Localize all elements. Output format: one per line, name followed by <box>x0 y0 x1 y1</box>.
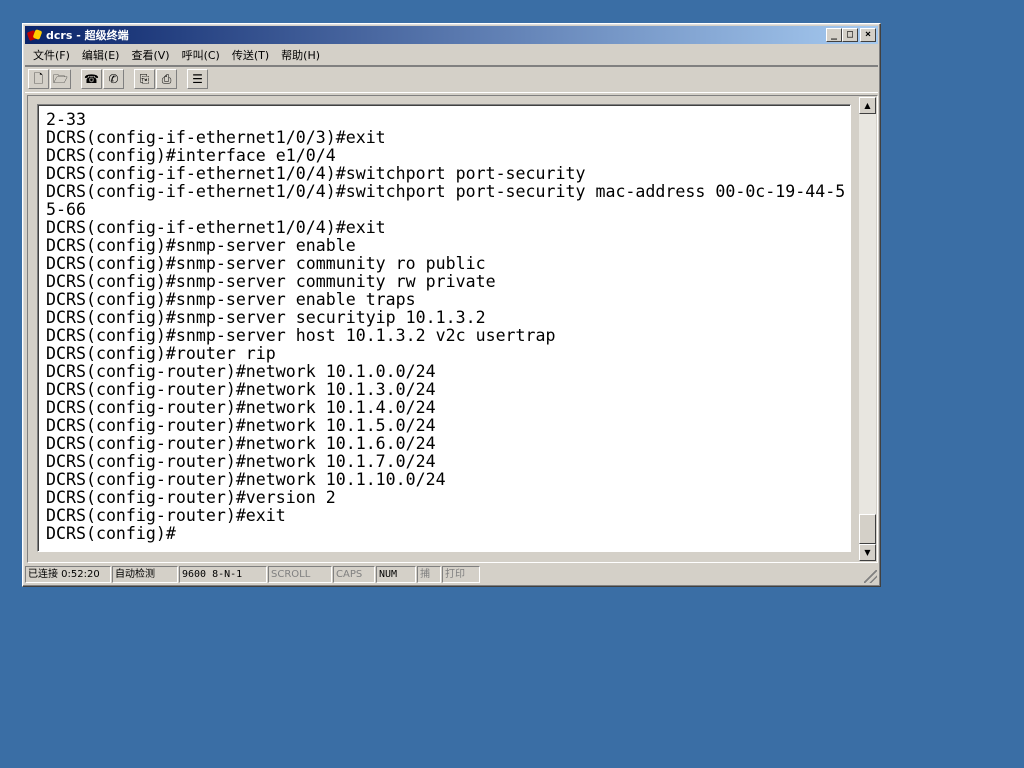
terminal-line: DCRS(config)#snmp-server community rw pr… <box>46 272 496 291</box>
receive-icon[interactable]: ⎙ <box>156 69 177 89</box>
disconnect-icon[interactable]: ☎ <box>81 69 102 89</box>
terminal-line: DCRS(config)#snmp-server community ro pu… <box>46 254 486 273</box>
properties-icon[interactable]: ☰ <box>187 69 208 89</box>
status-bar: 已连接 0:52:20 自动检测 9600 8-N-1 SCROLL CAPS … <box>25 565 878 584</box>
hyperterminal-icon[interactable] <box>26 27 43 43</box>
terminal-line: DCRS(config-router)#network 10.1.5.0/24 <box>46 416 436 435</box>
status-capture: 捕 <box>417 566 441 583</box>
menu-call[interactable]: 呼叫(C) <box>176 47 226 63</box>
terminal-line: DCRS(config)#router rip <box>46 344 276 363</box>
terminal-line: DCRS(config-router)#network 10.1.4.0/24 <box>46 398 436 417</box>
hyperterminal-window: dcrs - 超级终端 _ □ × 文件(F) 编辑(E) 查看(V) 呼叫(C… <box>22 23 881 587</box>
maximize-button[interactable]: □ <box>842 28 858 42</box>
scroll-down-button[interactable]: ▼ <box>859 544 876 561</box>
send-icon[interactable]: ⎘ <box>134 69 155 89</box>
terminal-line: DCRS(config)#snmp-server enable <box>46 236 356 255</box>
terminal-line: DCRS(config-router)#network 10.1.6.0/24 <box>46 434 436 453</box>
menu-view[interactable]: 查看(V) <box>125 47 175 63</box>
terminal-line: DCRS(config-if-ethernet1/0/4)#switchport… <box>46 164 586 183</box>
menu-edit[interactable]: 编辑(E) <box>76 47 126 63</box>
terminal-line: DCRS(config-router)#network 10.1.7.0/24 <box>46 452 436 471</box>
status-connected: 已连接 0:52:20 <box>25 566 111 583</box>
new-icon[interactable]: 🗋 <box>28 69 49 89</box>
terminal-line: 5-66 <box>46 200 86 219</box>
scroll-up-button[interactable]: ▲ <box>859 97 876 114</box>
terminal-line: DCRS(config-router)#exit <box>46 506 286 525</box>
terminal-line: DCRS(config-router)#network 10.1.10.0/24 <box>46 470 446 489</box>
terminal-line: DCRS(config)#snmp-server enable traps <box>46 290 416 309</box>
terminal-line: DCRS(config)#snmp-server host 10.1.3.2 v… <box>46 326 556 345</box>
status-scroll: SCROLL <box>268 566 332 583</box>
terminal-line: DCRS(config-router)#network 10.1.0.0/24 <box>46 362 436 381</box>
status-print: 打印 <box>442 566 480 583</box>
terminal-line: DCRS(config)#snmp-server securityip 10.1… <box>46 308 486 327</box>
terminal-line: DCRS(config-if-ethernet1/0/4)#exit <box>46 218 386 237</box>
terminal-line: DCRS(config-if-ethernet1/0/4)#switchport… <box>46 182 846 201</box>
status-num: NUM <box>376 566 416 583</box>
terminal-line: DCRS(config)#interface e1/0/4 <box>46 146 336 165</box>
window-title: dcrs - 超级终端 <box>46 29 129 42</box>
toolbar: 🗋 🗁 ☎ ✆ ⎘ ⎙ ☰ <box>25 65 878 93</box>
terminal-area[interactable]: 2-33 DCRS(config-if-ethernet1/0/3)#exit DC… <box>27 95 878 563</box>
resize-grip[interactable] <box>864 570 877 583</box>
minimize-button[interactable]: _ <box>826 28 842 42</box>
status-caps: CAPS <box>333 566 375 583</box>
menu-transfer[interactable]: 传送(T) <box>226 47 275 63</box>
vertical-scrollbar[interactable]: ▲ ▼ <box>859 97 876 561</box>
open-icon[interactable]: 🗁 <box>50 69 71 89</box>
status-baud: 9600 8-N-1 <box>179 566 267 583</box>
menu-bar: 文件(F) 编辑(E) 查看(V) 呼叫(C) 传送(T) 帮助(H) <box>27 45 326 64</box>
terminal-line: DCRS(config-if-ethernet1/0/3)#exit <box>46 128 386 147</box>
terminal-line: DCRS(config)# <box>46 524 176 543</box>
title-bar[interactable]: dcrs - 超级终端 _ □ × <box>25 26 878 44</box>
menu-help[interactable]: 帮助(H) <box>275 47 326 63</box>
status-detect: 自动检测 <box>112 566 178 583</box>
terminal-line: DCRS(config-router)#version 2 <box>46 488 336 507</box>
dial-icon[interactable]: ✆ <box>103 69 124 89</box>
menu-file[interactable]: 文件(F) <box>27 47 76 63</box>
terminal-screen[interactable]: 2-33 DCRS(config-if-ethernet1/0/3)#exit DC… <box>37 104 851 552</box>
close-button[interactable]: × <box>860 28 876 42</box>
terminal-line: 2-33 <box>46 110 86 129</box>
terminal-output: 2-33 DCRS(config-if-ethernet1/0/3)#exit DC… <box>46 111 845 543</box>
terminal-line: DCRS(config-router)#network 10.1.3.0/24 <box>46 380 436 399</box>
scroll-thumb[interactable] <box>859 514 876 544</box>
